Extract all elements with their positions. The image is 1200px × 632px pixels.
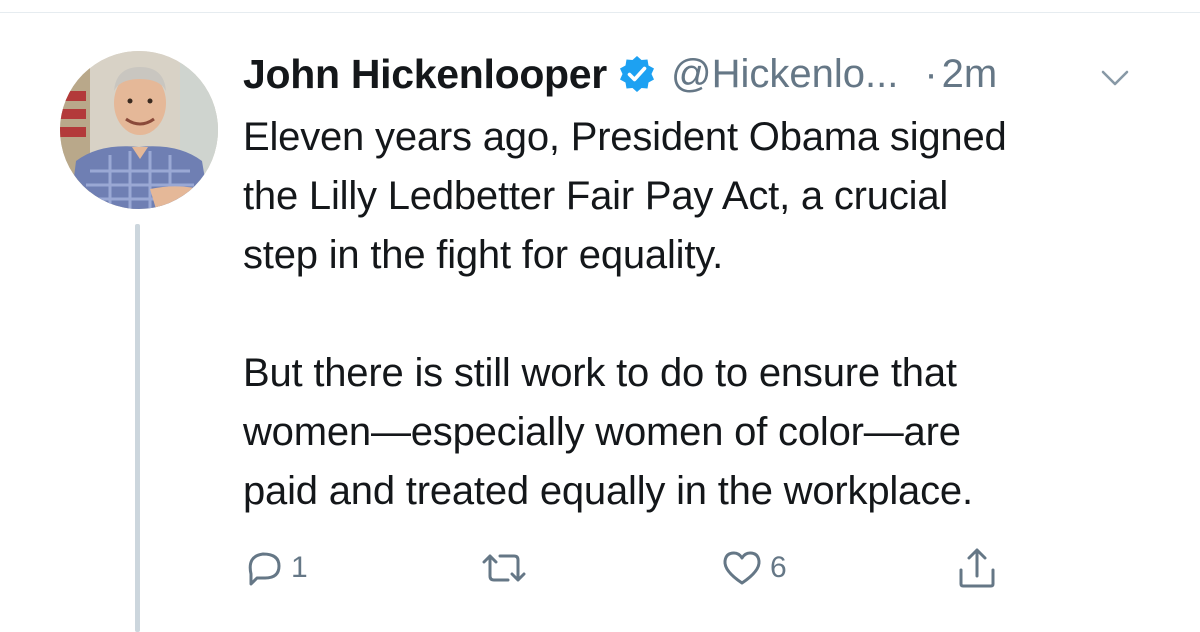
heart-icon bbox=[720, 546, 764, 590]
author-name[interactable]: John Hickenlooper bbox=[243, 51, 607, 98]
share-button[interactable] bbox=[955, 540, 999, 596]
author-handle[interactable]: @Hickenlo... bbox=[671, 52, 898, 97]
tweet-text-line: the Lilly Ledbetter Fair Pay Act, a cruc… bbox=[243, 174, 949, 218]
separator-dot: · bbox=[924, 51, 938, 96]
like-count: 6 bbox=[770, 551, 787, 584]
tweet-text-line: But there is still work to do to ensure … bbox=[243, 351, 957, 395]
reply-button[interactable]: 1 bbox=[241, 540, 308, 596]
share-icon bbox=[955, 544, 999, 592]
retweet-icon bbox=[478, 546, 530, 590]
reply-icon bbox=[241, 546, 285, 590]
reply-count: 1 bbox=[291, 551, 308, 584]
tweet-timestamp[interactable]: 2m bbox=[942, 52, 998, 97]
tweet-text-line: paid and treated equally in the workplac… bbox=[243, 469, 973, 513]
tweet-text-line: step in the fight for equality. bbox=[243, 233, 724, 277]
tweet-actions: 1 6 bbox=[0, 540, 1200, 600]
retweet-button[interactable] bbox=[478, 540, 536, 596]
chevron-down-icon[interactable] bbox=[1097, 60, 1133, 96]
tweet-screen: John Hickenlooper @Hickenlo... · 2m Elev… bbox=[0, 0, 1200, 632]
tweet-header: John Hickenlooper @Hickenlo... · 2m bbox=[243, 46, 997, 102]
like-button[interactable]: 6 bbox=[720, 540, 787, 596]
verified-badge-icon bbox=[617, 54, 657, 94]
tweet-text-line: Eleven years ago, President Obama signed bbox=[243, 115, 1007, 159]
tweet-text-line: women—especially women of color—are bbox=[243, 410, 961, 454]
tweet-text: Eleven years ago, President Obama signed… bbox=[243, 108, 1163, 521]
avatar[interactable] bbox=[60, 51, 218, 209]
top-divider bbox=[0, 12, 1200, 13]
